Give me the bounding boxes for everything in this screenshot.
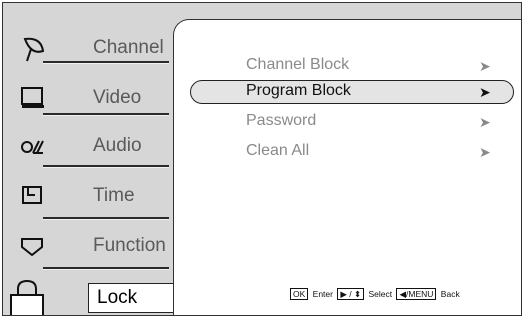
- navigate-key: ▶ / ⬍: [337, 288, 365, 300]
- sidebar-item-video[interactable]: Video: [3, 75, 173, 123]
- sidebar-item-channel[interactable]: Channel: [3, 25, 173, 73]
- sidebar: Channel Video Audio Time Function: [3, 3, 173, 315]
- audio-icon: [19, 133, 47, 161]
- back-hint: Back: [440, 289, 460, 299]
- separator: [43, 61, 169, 63]
- separator: [43, 113, 169, 115]
- sidebar-item-label: Video: [93, 87, 142, 108]
- option-password[interactable]: Password ➤: [174, 110, 519, 134]
- sidebar-item-time[interactable]: Time: [3, 173, 173, 221]
- option-label: Channel Block: [246, 56, 350, 73]
- menu-key: ◀/MENU: [396, 288, 437, 300]
- clock-icon: [19, 183, 47, 211]
- separator: [43, 217, 169, 219]
- lock-submenu-panel: Channel Block ➤ Program Block ➤ Password…: [173, 19, 521, 315]
- option-channel-block[interactable]: Channel Block ➤: [174, 54, 519, 78]
- padlock-icon: [9, 279, 45, 315]
- osd-menu-window: Channel Video Audio Time Function Lock C…: [2, 2, 522, 316]
- separator: [43, 267, 169, 269]
- satellite-dish-icon: [19, 35, 47, 63]
- option-program-block[interactable]: Program Block ➤: [174, 80, 519, 104]
- sidebar-item-function[interactable]: Function: [3, 223, 173, 271]
- arrow-right-icon: ➤: [479, 144, 491, 160]
- sidebar-item-label: Channel: [93, 37, 164, 58]
- separator: [43, 165, 169, 167]
- selected-category-label: Lock: [97, 287, 138, 308]
- sidebar-item-label: Function: [93, 235, 166, 256]
- arrow-right-icon: ➤: [479, 84, 491, 100]
- option-label: Password: [246, 112, 317, 129]
- option-label: Program Block: [246, 82, 351, 99]
- select-hint: Select: [368, 289, 393, 299]
- sidebar-item-audio[interactable]: Audio: [3, 123, 173, 171]
- sidebar-item-label: Time: [93, 185, 135, 206]
- function-icon: [19, 233, 47, 261]
- selection-highlight: [190, 80, 514, 104]
- ok-key: OK: [290, 288, 309, 300]
- option-label: Clean All: [246, 142, 310, 159]
- sidebar-item-label: Audio: [93, 135, 142, 156]
- arrow-right-icon: ➤: [479, 58, 491, 74]
- key-hint-bar: OK Enter ▶ / ⬍ Select ◀/MENU Back: [288, 288, 460, 300]
- enter-hint: Enter: [312, 289, 333, 299]
- monitor-icon: [19, 85, 47, 113]
- option-clean-all[interactable]: Clean All ➤: [174, 140, 519, 164]
- arrow-right-icon: ➤: [479, 114, 491, 130]
